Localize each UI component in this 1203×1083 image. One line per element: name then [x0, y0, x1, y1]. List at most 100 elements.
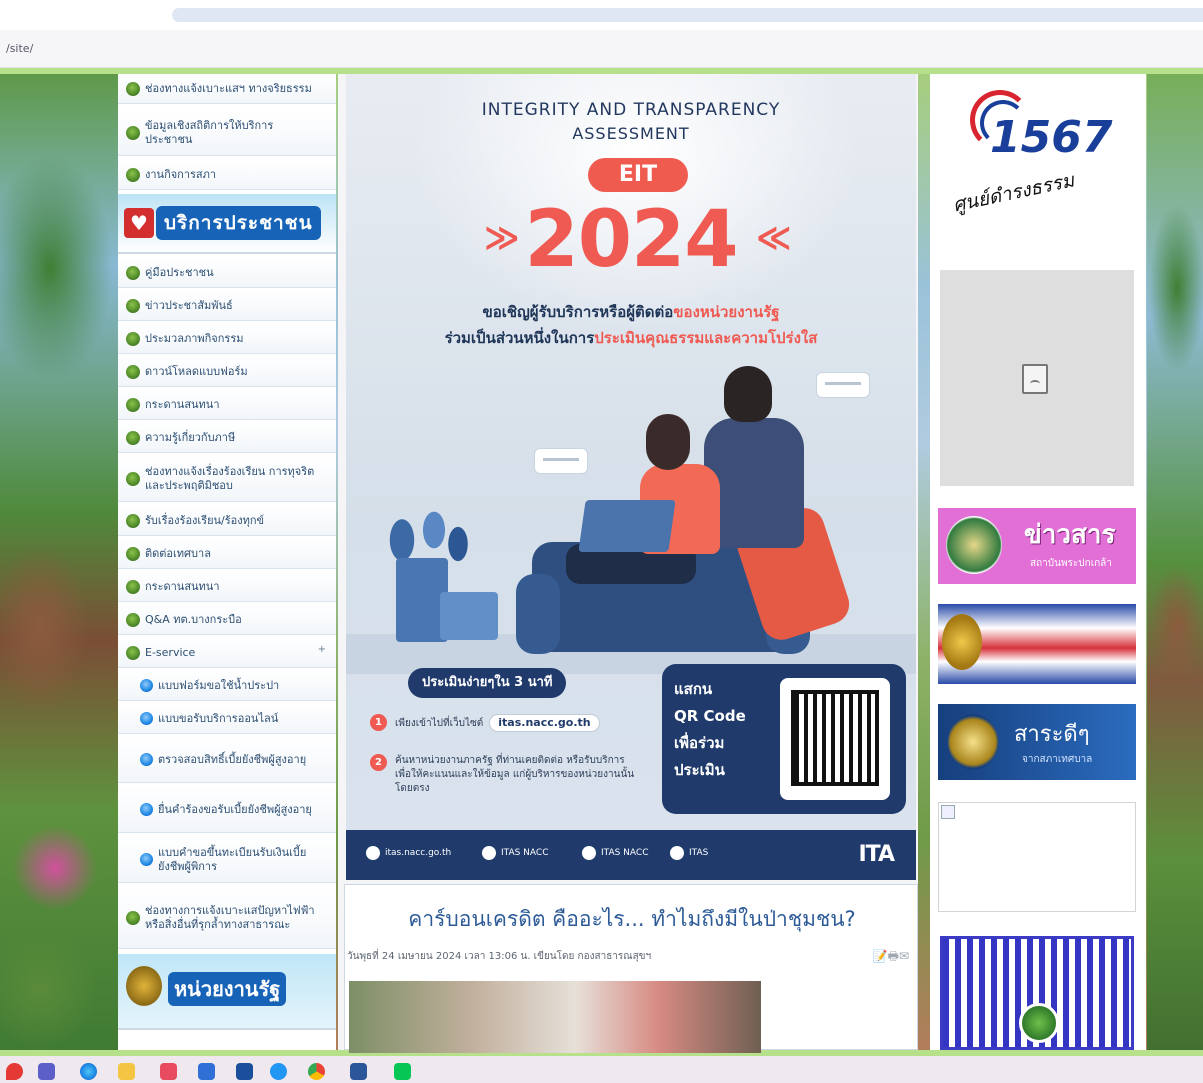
word-icon[interactable] — [350, 1063, 367, 1080]
poster-footer: itas.nacc.go.th ITAS NACC ITAS NACC ITAS… — [346, 830, 916, 880]
menu-item[interactable]: ช่องทางการแจ้งเบาะแสปัญหาไฟฟ้าหรือสิ่งอื… — [118, 887, 336, 949]
institute-seal-icon — [946, 516, 1002, 574]
globe-icon — [140, 803, 153, 816]
youtube-icon — [482, 846, 496, 860]
teams-icon[interactable] — [38, 1063, 55, 1080]
thai-flag-banner[interactable] — [938, 604, 1136, 684]
menu-item[interactable]: คู่มือประชาชน — [118, 258, 336, 288]
qr-logo-icon — [1019, 1003, 1059, 1043]
woman-illustration-head — [646, 414, 690, 470]
image-placeholder-box — [938, 802, 1136, 912]
qr-code-frame — [780, 678, 890, 800]
public-service-banner[interactable]: ♥ บริการประชาชน — [118, 194, 336, 254]
globe-icon — [140, 712, 153, 725]
knowledge-banner[interactable]: สาระดีๆ จากสภาเทศบาล — [938, 704, 1136, 780]
security-icon[interactable] — [6, 1063, 23, 1080]
government-agencies-banner[interactable]: หน่วยงานรัฐ — [118, 954, 336, 1030]
hotline-number: 1567 — [990, 112, 1113, 163]
menu-item[interactable]: ข่าวประชาสัมพันธ์ — [118, 291, 336, 321]
eit-badge: EIT — [588, 158, 688, 192]
submenu-item-label: ตรวจสอบสิทธิ์เบี้ยยังชีพผู้สูงอายุ — [158, 752, 307, 766]
submenu-item[interactable]: ตรวจสอบสิทธิ์เบี้ยยังชีพผู้สูงอายุ — [118, 737, 336, 783]
menu-item-label: กระดานสนทนา — [145, 579, 220, 593]
footer-website: itas.nacc.go.th — [366, 846, 451, 860]
scales-seal-icon — [948, 714, 998, 770]
menu-item[interactable]: รับเรื่องร้องเรียน/ร้องทุกข์ — [118, 506, 336, 536]
quick-assessment-pill: ประเมินง่ายๆใน 3 นาที — [408, 668, 567, 698]
chat-bubble-icon — [816, 372, 870, 398]
edge-icon[interactable] — [80, 1063, 97, 1080]
menu-item[interactable]: ความรู้เกี่ยวกับภาษี — [118, 423, 336, 453]
menu-item[interactable]: ดาวน์โหลดแบบฟอร์ม — [118, 357, 336, 387]
expand-icon[interactable]: + — [318, 644, 326, 655]
menu-item-label: Q&A ทต.บางกระบือ — [145, 612, 242, 626]
facebook-icon — [582, 846, 596, 860]
browser-tab-strip[interactable] — [172, 8, 1203, 22]
article-title[interactable]: คาร์บอนเครดิต คืออะไร... ทำไมถึงมีในป่าช… — [345, 903, 919, 936]
man-illustration-head — [724, 366, 772, 422]
qr-code-icon[interactable] — [791, 690, 879, 786]
app-icon[interactable] — [198, 1063, 215, 1080]
article-tools-icons[interactable]: 📝🖶✉ — [873, 947, 909, 968]
bullet-icon — [126, 612, 140, 627]
menu-item[interactable]: กระดานสนทนา — [118, 572, 336, 602]
bullet-icon — [126, 397, 140, 412]
qr-code-panel: แสกน QR Code เพื่อร่วม ประเมิน — [662, 664, 906, 814]
menu-item[interactable]: Q&A ทต.บางกระบือ — [118, 605, 336, 635]
sidebar-qr-code[interactable] — [940, 936, 1134, 1050]
menu-item[interactable]: ประมวลภาพกิจกรรม — [118, 324, 336, 354]
step-1-text: เพียงเข้าไปที่เว็บไซต์ itas.nacc.go.th — [395, 714, 600, 732]
chrome-icon[interactable] — [308, 1063, 325, 1080]
ita-logo: ITA — [858, 842, 895, 867]
tropical-background-right — [1147, 68, 1203, 1055]
bullet-icon — [126, 910, 140, 925]
menu-item-label: E-service — [145, 645, 196, 659]
footer-line: ITAS — [670, 846, 708, 860]
government-agencies-title: หน่วยงานรัฐ — [168, 972, 287, 1006]
zoom-icon[interactable] — [236, 1063, 253, 1080]
qr-label-line: แสกน — [674, 680, 713, 698]
itas-url-pill[interactable]: itas.nacc.go.th — [489, 714, 600, 732]
url-text[interactable]: /site/ — [6, 42, 33, 55]
invite-line2-highlight: ประเมินคุณธรรมและความโปร่งใส — [594, 329, 818, 347]
footer-line-label: ITAS — [689, 848, 709, 858]
qr-label-line: เพื่อร่วม — [674, 734, 725, 752]
store-icon[interactable] — [160, 1063, 177, 1080]
hotline-script: ศูนย์ดำรงธรรม — [951, 169, 1077, 217]
qr-instructions: แสกน QR Code เพื่อร่วม ประเมิน — [674, 676, 774, 784]
bullet-icon — [126, 125, 140, 140]
royal-seal-icon — [942, 614, 982, 670]
menu-item[interactable]: กระดานสนทนา — [118, 390, 336, 420]
submenu-item[interactable]: แบบขอรับบริการออนไลน์ — [118, 704, 336, 734]
submenu-item[interactable]: แบบฟอร์มขอใช้น้ำประปา — [118, 671, 336, 701]
browser-tab-bar — [0, 0, 1203, 30]
left-sidebar-menu: ช่องทางแจ้งเบาะแสฯ ทางจริยธรรม ข้อมูลเชิ… — [118, 74, 336, 1050]
hotline-1567-banner[interactable]: 1567 ศูนย์ดำรงธรรม — [946, 82, 1136, 232]
menu-item-label: ข่าวประชาสัมพันธ์ — [145, 298, 233, 312]
chevron-left-icon: ≪ — [756, 218, 792, 258]
menu-item[interactable]: งานกิจการสภา — [118, 160, 336, 190]
menu-item[interactable]: ช่องทางแจ้งเบาะแสฯ ทางจริยธรรม — [118, 74, 336, 104]
qr-label-line: QR Code — [674, 707, 746, 725]
menu-item-label: ดาวน์โหลดแบบฟอร์ม — [145, 364, 248, 378]
menu-item[interactable]: ข้อมูลเชิงสถิติการให้บริการ ประชาชน — [118, 110, 336, 156]
line-icon — [670, 846, 684, 860]
globe-icon — [140, 753, 153, 766]
qr-label-line: ประเมิน — [674, 761, 725, 779]
broken-image-icon — [941, 805, 955, 819]
menu-item-eservice[interactable]: E-service + — [118, 638, 336, 668]
submenu-item[interactable]: แบบคำขอขึ้นทะเบียนรับเงินเบี้ยยังชีพผู้พ… — [118, 837, 336, 883]
article-card: คาร์บอนเครดิต คืออะไร... ทำไมถึงมีในป่าช… — [344, 884, 919, 1053]
menu-item[interactable]: ติดต่อเทศบาล — [118, 539, 336, 569]
explorer-icon[interactable] — [118, 1063, 135, 1080]
right-sidebar: 1567 ศูนย์ดำรงธรรม ข่าวสาร สถาบันพระปกเก… — [930, 74, 1146, 1050]
menu-item-label: รับเรื่องร้องเรียน/ร้องทุกข์ — [145, 513, 265, 527]
submenu-item[interactable]: ยื่นคำร้องขอรับเบี้ยยังชีพผู้สูงอายุ — [118, 787, 336, 833]
eit-2024-poster[interactable]: INTEGRITY AND TRANSPARENCY ASSESSMENT EI… — [346, 74, 916, 880]
menu-item[interactable]: ช่องทางแจ้งเรื่องร้องเรียน การทุจริตและป… — [118, 456, 336, 502]
zoom-app-icon[interactable] — [270, 1063, 287, 1080]
news-banner[interactable]: ข่าวสาร สถาบันพระปกเกล้า — [938, 508, 1136, 584]
line-icon[interactable] — [394, 1063, 411, 1080]
broken-image-icon — [1022, 364, 1048, 394]
address-bar[interactable]: /site/ — [0, 30, 1203, 68]
